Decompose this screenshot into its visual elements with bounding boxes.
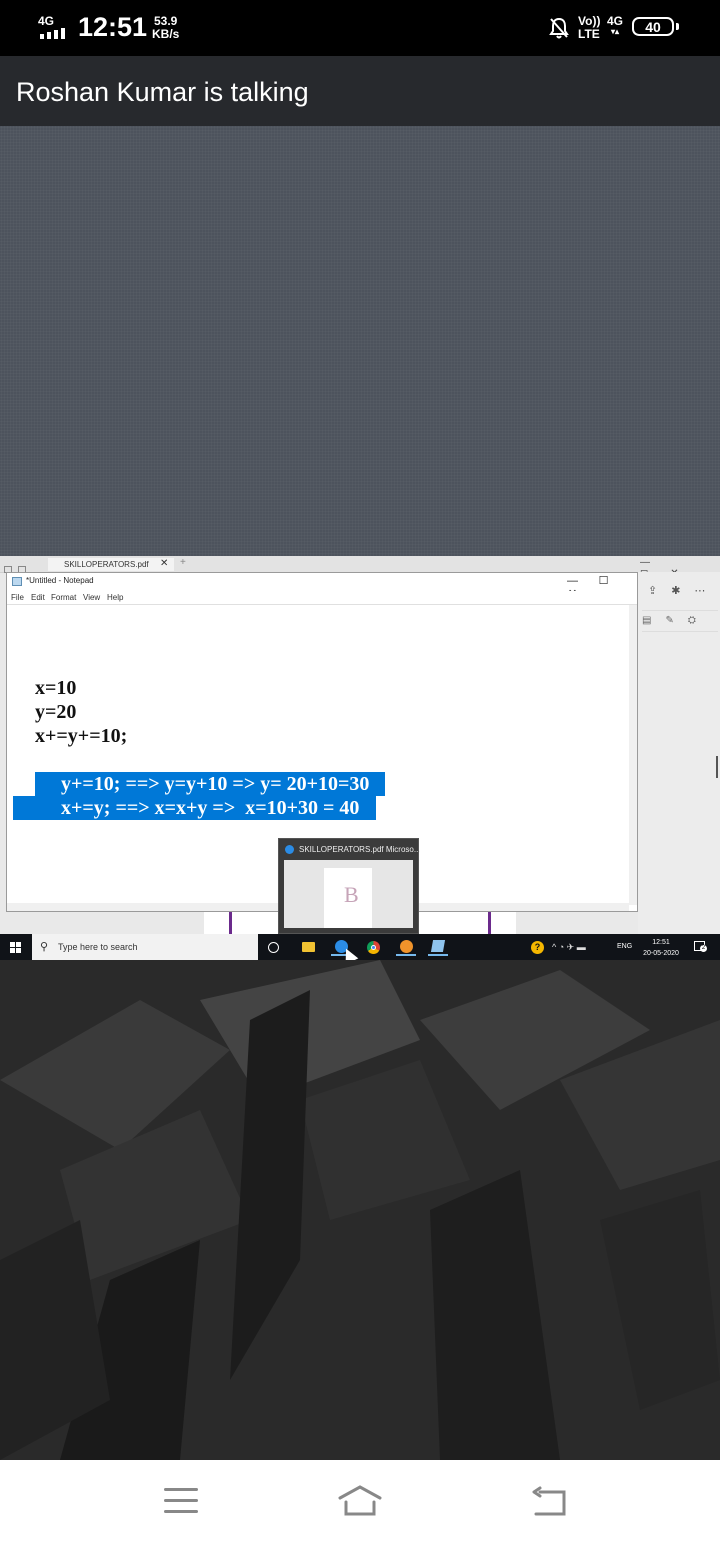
taskbar-thumbnail[interactable]: SKILLOPERATORS.pdf Microso... B [278, 838, 421, 934]
selected-text-line: y+=10; ==> y=y+10 => y= 20+10=30 [61, 773, 370, 795]
text-line: x+=y+=10; [35, 725, 128, 747]
network-type: 4G [38, 14, 55, 28]
menu-file[interactable]: File [11, 593, 24, 602]
edge-icon [285, 845, 294, 854]
orange-app-button[interactable] [396, 938, 416, 956]
volte-line2: LTE [578, 27, 600, 41]
menu-help[interactable]: Help [107, 593, 123, 602]
pdf-margin-line [488, 912, 491, 934]
clock-date: 20-05-2020 [643, 950, 679, 957]
pdf-margin-line [229, 912, 232, 934]
edge-tab-bar: SKILLOPERATORS.pdf ✕ + —◻✕ [0, 556, 720, 579]
close-tab-icon[interactable]: ✕ [160, 558, 168, 569]
edge-pdf-toolbar[interactable]: ▤✎⛭ [642, 610, 718, 632]
data-speed-unit: KB/s [152, 27, 180, 41]
thumbnail-preview-text: B [344, 882, 359, 907]
notepad-button[interactable] [428, 938, 448, 956]
clock-time: 12:51 [652, 939, 670, 946]
chrome-icon [366, 940, 380, 954]
text-line: y=20 [35, 701, 77, 723]
leaf-wallpaper-graphic [0, 960, 720, 1460]
taskbar-search[interactable]: ⚲ Type here to search [32, 934, 258, 960]
battery-icon: 40 [632, 17, 674, 36]
battery-level: 40 [645, 18, 661, 35]
network2: 4G ▾▴ [607, 15, 623, 36]
signal-icon [40, 28, 65, 39]
system-tray-icons[interactable]: ^ ◔ ✈ ▬ [552, 942, 586, 953]
text-line: x=10 [35, 677, 77, 699]
help-icon[interactable]: ? [531, 941, 544, 954]
menu-edit[interactable]: Edit [31, 593, 45, 602]
menu-format[interactable]: Format [51, 593, 76, 602]
edge-tab[interactable]: SKILLOPERATORS.pdf [48, 558, 174, 571]
thumbnail-title: SKILLOPERATORS.pdf Microso... [299, 845, 421, 854]
edge-tab-actions[interactable] [4, 560, 38, 573]
data-speed: 53.9 KB/s [152, 15, 179, 41]
video-placeholder [0, 126, 720, 556]
notification-center-icon[interactable]: 2 [694, 941, 707, 952]
app-icon [399, 939, 413, 953]
windows-taskbar: ⚲ Type here to search ? ^ ◔ ✈ ▬ ENG 12:5… [0, 934, 720, 960]
edge-toolbar: ⇪✱⋯ ▤✎⛭ [638, 572, 720, 934]
volte-indicator: Vo)) LTE [578, 15, 600, 41]
notepad-icon [12, 577, 22, 586]
notepad-icon [430, 940, 446, 952]
menu-view[interactable]: View [83, 593, 100, 602]
minimize-button[interactable]: — [557, 575, 588, 587]
vertical-scrollbar[interactable] [629, 605, 637, 905]
folder-icon [301, 942, 315, 952]
call-header: Roshan Kumar is talking [0, 56, 720, 126]
notepad-titlebar[interactable]: *Untitled - Notepad —☐✕ [7, 573, 637, 600]
new-tab-icon[interactable]: + [180, 557, 186, 568]
windows-start-icon[interactable] [10, 942, 21, 953]
notification-count: 2 [700, 945, 707, 952]
edge-toolbar-icons[interactable]: ⇪✱⋯ [648, 584, 719, 597]
battery-tip [676, 23, 679, 30]
status-bar: 4G 12:51 53.9 KB/s Vo)) LTE 4G ▾▴ 40 [0, 0, 720, 56]
notepad-title: *Untitled - Notepad [26, 576, 94, 585]
chrome-button[interactable] [363, 938, 383, 956]
navigation-bar [0, 1460, 720, 1544]
desktop-wallpaper [0, 960, 720, 1460]
scroll-marker [716, 756, 718, 778]
bell-muted-icon [549, 17, 569, 39]
taskbar-clock[interactable]: 12:51 20-05-2020 [640, 937, 682, 959]
selected-text-line: x+=y; ==> x=x+y => x=10+30 = 40 [61, 797, 360, 819]
language-indicator[interactable]: ENG [617, 943, 632, 950]
data-arrows-icon: ▾▴ [610, 27, 620, 36]
thumbnail-preview: B [284, 860, 413, 928]
home-button[interactable] [335, 1482, 385, 1518]
search-icon: ⚲ [40, 941, 49, 953]
back-button[interactable] [530, 1486, 570, 1518]
file-explorer-button[interactable] [298, 938, 318, 956]
notepad-menubar: File Edit Format View Help [7, 591, 637, 605]
maximize-button[interactable]: ☐ [588, 574, 619, 587]
cortana-icon[interactable] [268, 942, 279, 953]
search-input[interactable]: Type here to search [58, 942, 138, 952]
recent-apps-button[interactable] [164, 1488, 198, 1514]
talking-indicator: Roshan Kumar is talking [16, 77, 309, 107]
clock: 12:51 [78, 12, 148, 42]
